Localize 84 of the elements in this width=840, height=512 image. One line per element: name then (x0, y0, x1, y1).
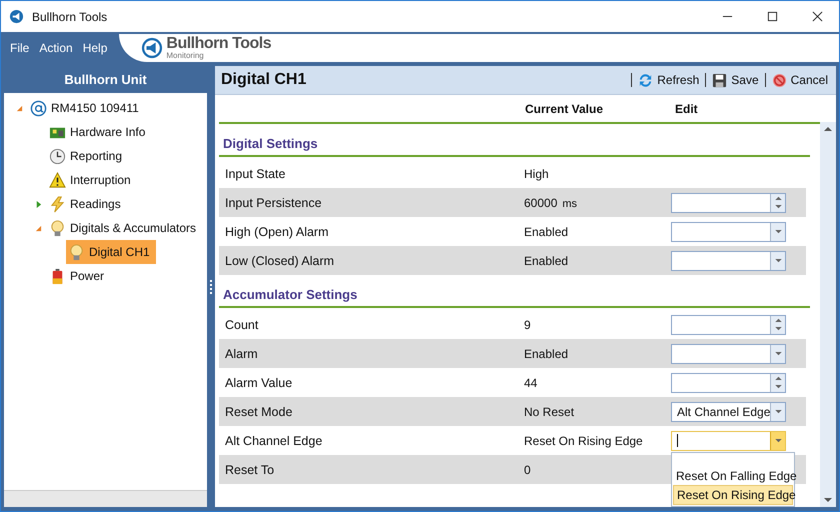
setting-label: Alarm Value (225, 376, 294, 390)
expand-arrow-icon[interactable] (35, 200, 42, 208)
combo-box[interactable]: Alt Channel Edge (671, 402, 786, 422)
dropdown-arrow-icon[interactable] (774, 410, 782, 414)
light-bulb-icon (49, 220, 66, 236)
unit-label: ms (562, 198, 578, 210)
setting-label: High (Open) Alarm (225, 224, 330, 238)
setting-label: Input State (225, 166, 286, 180)
scroll-down-icon[interactable] (824, 498, 832, 503)
megaphone-icon (141, 37, 164, 59)
tree-item[interactable]: Power (47, 264, 110, 288)
at-sign-icon (30, 100, 47, 116)
setting-label: Low (Closed) Alarm (225, 254, 336, 268)
section-title: Accumulator Settings (219, 275, 810, 308)
current-value: 9 (524, 318, 531, 332)
toolbar-button[interactable]: Save (710, 70, 761, 90)
combo-box[interactable] (671, 222, 786, 242)
spin-down-icon[interactable] (774, 205, 782, 209)
current-value: 44 (524, 376, 538, 390)
toolbar-button[interactable]: Refresh (636, 70, 702, 90)
current-value: High (524, 166, 549, 180)
tree-item[interactable]: Interruption (47, 168, 137, 192)
horizontal-scrollbar[interactable] (4, 490, 207, 507)
tree-item[interactable]: Digitals & Accumulators (47, 216, 202, 240)
menu-item[interactable]: File (10, 41, 30, 55)
setting-label: Reset To (225, 462, 276, 476)
save-icon (712, 72, 728, 88)
tree-item[interactable]: Digital CH1 (66, 240, 156, 264)
current-value: Reset On Rising Edge (524, 434, 643, 448)
dropdown-arrow-icon[interactable] (774, 438, 782, 442)
column-header: Current Value (525, 102, 604, 116)
maximize-icon[interactable] (767, 11, 778, 22)
tree-item[interactable]: Readings (47, 192, 127, 216)
vertical-scrollbar[interactable] (820, 122, 836, 507)
lightning-icon (49, 196, 66, 212)
setting-label: Reset Mode (225, 404, 294, 418)
logo-name: Tools (232, 35, 272, 52)
menu-item[interactable]: Help (82, 41, 108, 55)
spin-up-icon[interactable] (774, 318, 782, 322)
setting-label: Count (225, 318, 260, 332)
section-title: Digital Settings (219, 124, 810, 157)
logo-name: Bullhorn (166, 35, 228, 52)
clock-icon (49, 148, 66, 164)
current-value: 60000 (524, 196, 558, 210)
menu-item[interactable]: Action (39, 41, 73, 55)
logo-subtitle: Monitoring (166, 52, 205, 60)
combo-box[interactable] (671, 344, 786, 364)
setting-label: Input Persistence (225, 196, 323, 210)
spin-down-icon[interactable] (774, 327, 782, 331)
cancel-icon (772, 72, 787, 88)
dropdown-option[interactable]: Reset On Rising Edge (673, 484, 793, 504)
sidebar-header: Bullhorn Unit (63, 71, 148, 89)
spin-field[interactable] (671, 372, 786, 392)
window-title: Bullhorn Tools (32, 10, 108, 24)
dropdown-arrow-icon[interactable] (774, 258, 782, 262)
app-icon (9, 9, 24, 24)
setting-label: Alarm (225, 346, 259, 360)
panel-title: Digital CH1 (221, 71, 306, 89)
dropdown-arrow-icon[interactable] (774, 352, 782, 356)
toolbar-button[interactable]: Cancel (770, 70, 830, 90)
tree-item[interactable]: Reporting (47, 144, 128, 168)
warning-icon (49, 172, 66, 188)
column-header: Edit (675, 102, 698, 116)
spin-down-icon[interactable] (774, 385, 782, 389)
spin-field[interactable] (671, 192, 786, 212)
current-value: No Reset (524, 404, 574, 418)
setting-label: Alt Channel Edge (225, 434, 324, 448)
collapse-arrow-icon[interactable] (16, 104, 23, 112)
current-value: Enabled (524, 254, 568, 268)
tree-item[interactable]: Hardware Info (47, 120, 152, 144)
current-value: 0 (524, 462, 531, 476)
scroll-up-icon[interactable] (824, 126, 832, 131)
light-bulb-icon (68, 244, 85, 260)
spin-up-icon[interactable] (774, 376, 782, 380)
tree-item[interactable]: RM4150 109411 (28, 96, 145, 120)
spin-field[interactable] (671, 314, 786, 334)
dropdown-arrow-icon[interactable] (774, 230, 782, 234)
spin-up-icon[interactable] (774, 196, 782, 200)
current-value: Enabled (524, 224, 568, 238)
current-value: Enabled (524, 346, 568, 360)
refresh-icon (638, 72, 654, 88)
combo-box[interactable] (671, 250, 786, 270)
close-icon[interactable] (812, 11, 823, 22)
collapse-arrow-icon[interactable] (35, 224, 42, 232)
